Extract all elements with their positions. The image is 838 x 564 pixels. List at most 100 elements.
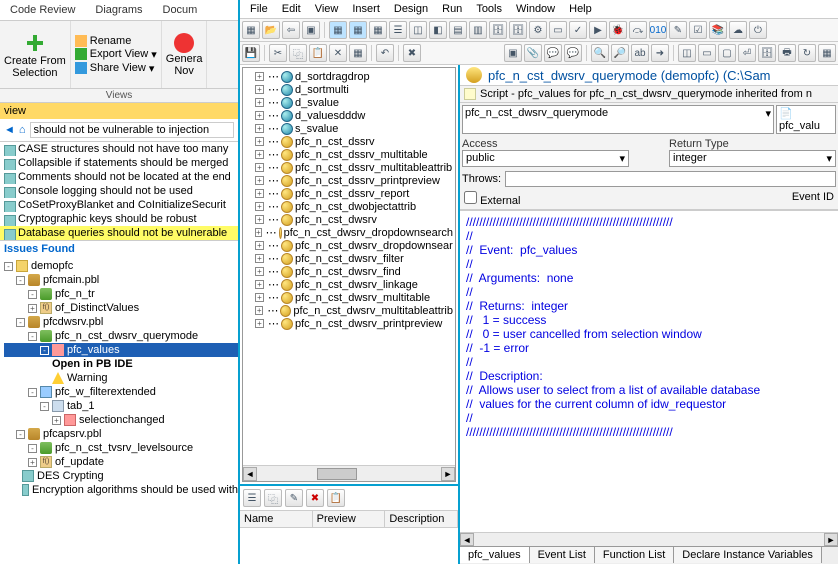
tb-exit-icon[interactable]: ⏻ bbox=[749, 21, 767, 39]
object-tree-item[interactable]: +⋯d_sortdragdrop bbox=[245, 70, 453, 83]
tb-copy-icon[interactable]: ⿻ bbox=[289, 44, 307, 62]
tb-window-icon[interactable]: ◫ bbox=[409, 21, 427, 39]
tb-goto-icon[interactable]: ➜ bbox=[651, 44, 669, 62]
object-tree-item[interactable]: +⋯pfc_n_cst_dwsrv_multitableattrib bbox=[245, 304, 453, 317]
tb-edit-icon[interactable]: ✎ bbox=[669, 21, 687, 39]
tb-comment-icon[interactable]: 💬 bbox=[544, 44, 562, 62]
tree-event[interactable]: +selectionchanged bbox=[4, 413, 238, 427]
scroll-left-icon[interactable]: ◄ bbox=[460, 533, 474, 546]
tab-event-list[interactable]: Event List bbox=[530, 546, 595, 563]
tb-db-icon[interactable]: 🗄 bbox=[489, 21, 507, 39]
export-view-button[interactable]: Export View ▾ bbox=[75, 48, 157, 61]
generate-now-button[interactable]: Genera Nov bbox=[166, 33, 203, 77]
menu-window[interactable]: Window bbox=[516, 3, 555, 15]
object-tree-item[interactable]: +⋯d_valuesdddw bbox=[245, 109, 453, 122]
tab-declare-instance-variables[interactable]: Declare Instance Variables bbox=[674, 546, 822, 563]
prop-list-icon[interactable]: ☰ bbox=[243, 489, 261, 507]
tb-ret-icon[interactable]: ⏎ bbox=[738, 44, 756, 62]
object-tree-item[interactable]: +⋯pfc_n_cst_dwsrv_dropdownsearch bbox=[245, 226, 453, 239]
col-description[interactable]: Description bbox=[385, 511, 458, 527]
object-tree-item[interactable]: +⋯pfc_n_cst_dssrv_multitableattrib bbox=[245, 161, 453, 174]
tree-root[interactable]: -demopfc bbox=[4, 259, 238, 273]
menu-edit[interactable]: Edit bbox=[282, 3, 301, 15]
back-icon[interactable]: ◄ bbox=[4, 124, 15, 136]
tb-lib-icon[interactable]: 📚 bbox=[709, 21, 727, 39]
tb-grid2-icon[interactable]: ▦ bbox=[349, 21, 367, 39]
tb-bin-icon[interactable]: 010 bbox=[649, 21, 667, 39]
rule-item[interactable]: Cryptographic keys should be robust bbox=[0, 212, 238, 226]
ribbon-tab-documents[interactable]: Docum bbox=[159, 2, 202, 18]
tab-pfc-values[interactable]: pfc_values bbox=[460, 546, 530, 563]
object-tree-item[interactable]: +⋯d_sortmulti bbox=[245, 83, 453, 96]
tb-cut-icon[interactable]: ✂ bbox=[269, 44, 287, 62]
tree-warning[interactable]: Warning bbox=[4, 371, 238, 385]
tb-sql-icon[interactable]: ▭ bbox=[549, 21, 567, 39]
object-tree-item[interactable]: +⋯pfc_n_cst_dwsrv_dropdownsear bbox=[245, 239, 453, 252]
horizontal-scrollbar[interactable]: ◄ ► bbox=[243, 465, 455, 481]
code-hscroll[interactable]: ◄ ► bbox=[460, 532, 838, 546]
object-dropdown[interactable]: pfc_n_cst_dwsrv_querymode▾ bbox=[462, 105, 774, 134]
rule-item[interactable]: Collapsible if statements should be merg… bbox=[0, 156, 238, 170]
object-tree-item[interactable]: +⋯pfc_n_cst_dssrv_report bbox=[245, 187, 453, 200]
object-tree-item[interactable]: +⋯pfc_n_cst_dwsrv_filter bbox=[245, 252, 453, 265]
rule-item[interactable]: Encryption algorithms should be used wit… bbox=[4, 483, 238, 497]
ribbon-tab-code-review[interactable]: Code Review bbox=[6, 2, 79, 18]
tb-debug-icon[interactable]: 🐞 bbox=[609, 21, 627, 39]
tb-selectall-icon[interactable]: ▦ bbox=[349, 44, 367, 62]
tree-tab[interactable]: -tab_1 bbox=[4, 399, 238, 413]
menu-help[interactable]: Help bbox=[569, 3, 592, 15]
tree-fn[interactable]: +f()of_DistinctValues bbox=[4, 301, 238, 315]
tb-todo-icon[interactable]: ☑ bbox=[689, 21, 707, 39]
tb-undo-icon[interactable]: ↶ bbox=[376, 44, 394, 62]
menu-insert[interactable]: Insert bbox=[352, 3, 380, 15]
tb-grid3-icon[interactable]: ▦ bbox=[369, 21, 387, 39]
tb-form-icon[interactable]: ▥ bbox=[469, 21, 487, 39]
tb-refresh-icon[interactable]: ↻ bbox=[798, 44, 816, 62]
tb-db2-icon[interactable]: 🗄 bbox=[509, 21, 527, 39]
tb-uncomment-icon[interactable]: 💬 bbox=[564, 44, 582, 62]
script-dropdown[interactable]: 📄 pfc_valu bbox=[776, 105, 836, 134]
tb-save-icon[interactable]: 💾 bbox=[242, 44, 260, 62]
menu-run[interactable]: Run bbox=[442, 3, 462, 15]
rule-item[interactable]: Comments should not be located at the en… bbox=[0, 170, 238, 184]
tb-skip-icon[interactable]: ⤼ bbox=[629, 21, 647, 39]
throws-input[interactable] bbox=[505, 171, 836, 187]
tb-preview-icon[interactable]: ▣ bbox=[302, 21, 320, 39]
object-tree[interactable]: +⋯d_sortdragdrop+⋯d_sortmulti+⋯d_svalue+… bbox=[242, 67, 456, 482]
object-tree-item[interactable]: +⋯pfc_n_cst_dwsrv_find bbox=[245, 265, 453, 278]
code-editor[interactable]: ////////////////////////////////////////… bbox=[460, 210, 838, 532]
rule-item-selected[interactable]: Database queries should not be vulnerabl… bbox=[0, 226, 238, 240]
tb-browse-icon[interactable]: ▣ bbox=[504, 44, 522, 62]
rule-item[interactable]: CoSetProxyBlanket and CoInitializeSecuri… bbox=[0, 198, 238, 212]
object-tree-item[interactable]: +⋯d_svalue bbox=[245, 96, 453, 109]
object-tree-item[interactable]: +⋯pfc_n_cst_dwsrv_multitable bbox=[245, 291, 453, 304]
col-name[interactable]: Name bbox=[240, 511, 313, 527]
menu-design[interactable]: Design bbox=[394, 3, 428, 15]
rule-item[interactable]: CASE structures should not have too many bbox=[0, 142, 238, 156]
scroll-right-icon[interactable]: ► bbox=[441, 467, 455, 481]
menu-file[interactable]: File bbox=[250, 3, 268, 15]
rename-button[interactable]: Rename bbox=[75, 35, 157, 47]
menu-tools[interactable]: Tools bbox=[476, 3, 502, 15]
home-icon[interactable]: ⌂ bbox=[19, 124, 26, 136]
tb-data-icon[interactable]: 🗄 bbox=[758, 44, 776, 62]
return-type-dropdown[interactable]: integer▾ bbox=[669, 150, 836, 167]
tb-win3-icon[interactable]: ▢ bbox=[718, 44, 736, 62]
object-tree-item[interactable]: +⋯pfc_n_cst_dwsrv bbox=[245, 213, 453, 226]
tree-pbl[interactable]: -pfcapsrv.pbl bbox=[4, 427, 238, 441]
tb-open-icon[interactable]: 📂 bbox=[262, 21, 280, 39]
prop-copy-icon[interactable]: ⿻ bbox=[264, 489, 282, 507]
tree-object[interactable]: -pfc_n_cst_dwsrv_querymode bbox=[4, 329, 238, 343]
tb-win2-icon[interactable]: ▭ bbox=[698, 44, 716, 62]
tb-crosstab-icon[interactable]: ▦ bbox=[818, 44, 836, 62]
tb-check-icon[interactable]: ✓ bbox=[569, 21, 587, 39]
tb-close-icon[interactable]: ✖ bbox=[403, 44, 421, 62]
object-tree-item[interactable]: +⋯pfc_n_cst_dssrv_printpreview bbox=[245, 174, 453, 187]
object-tree-item[interactable]: +⋯pfc_n_cst_dwsrv_printpreview bbox=[245, 317, 453, 330]
tb-replace-icon[interactable]: ab bbox=[631, 44, 649, 62]
tree-event-selected[interactable]: -pfc_values bbox=[4, 343, 238, 357]
tb-grid-icon[interactable]: ▦ bbox=[329, 21, 347, 39]
prop-paste-icon[interactable]: 📋 bbox=[327, 489, 345, 507]
tb-new-icon[interactable]: ▦ bbox=[242, 21, 260, 39]
tree-object[interactable]: -pfc_n_cst_tvsrv_levelsource bbox=[4, 441, 238, 455]
